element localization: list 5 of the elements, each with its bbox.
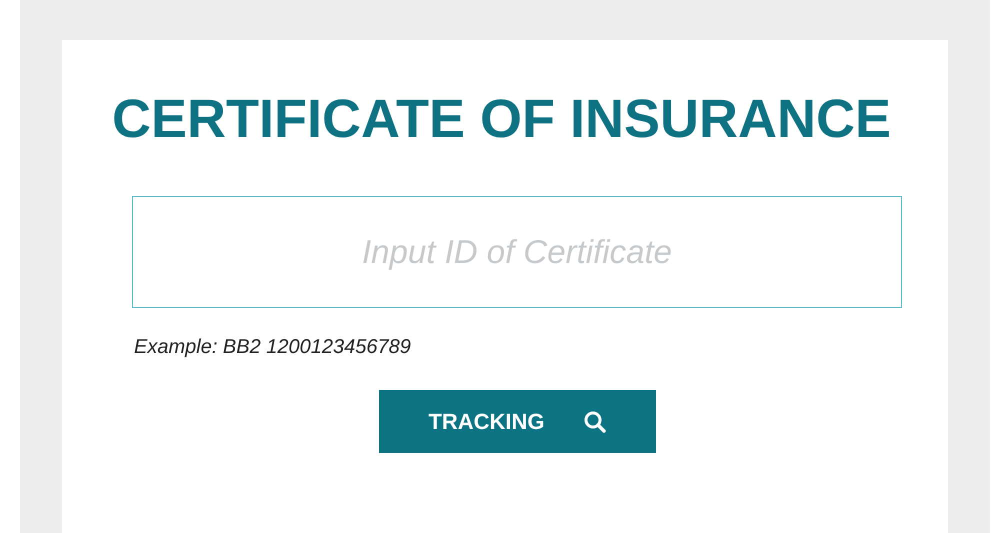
page-title: CERTIFICATE OF INSURANCE [112,88,891,150]
certificate-id-field[interactable]: Input ID of Certificate [132,196,902,308]
tracking-button[interactable]: TRACKING [379,390,656,453]
example-hint: Example: BB2 1200123456789 [134,336,411,359]
search-icon [582,410,607,434]
